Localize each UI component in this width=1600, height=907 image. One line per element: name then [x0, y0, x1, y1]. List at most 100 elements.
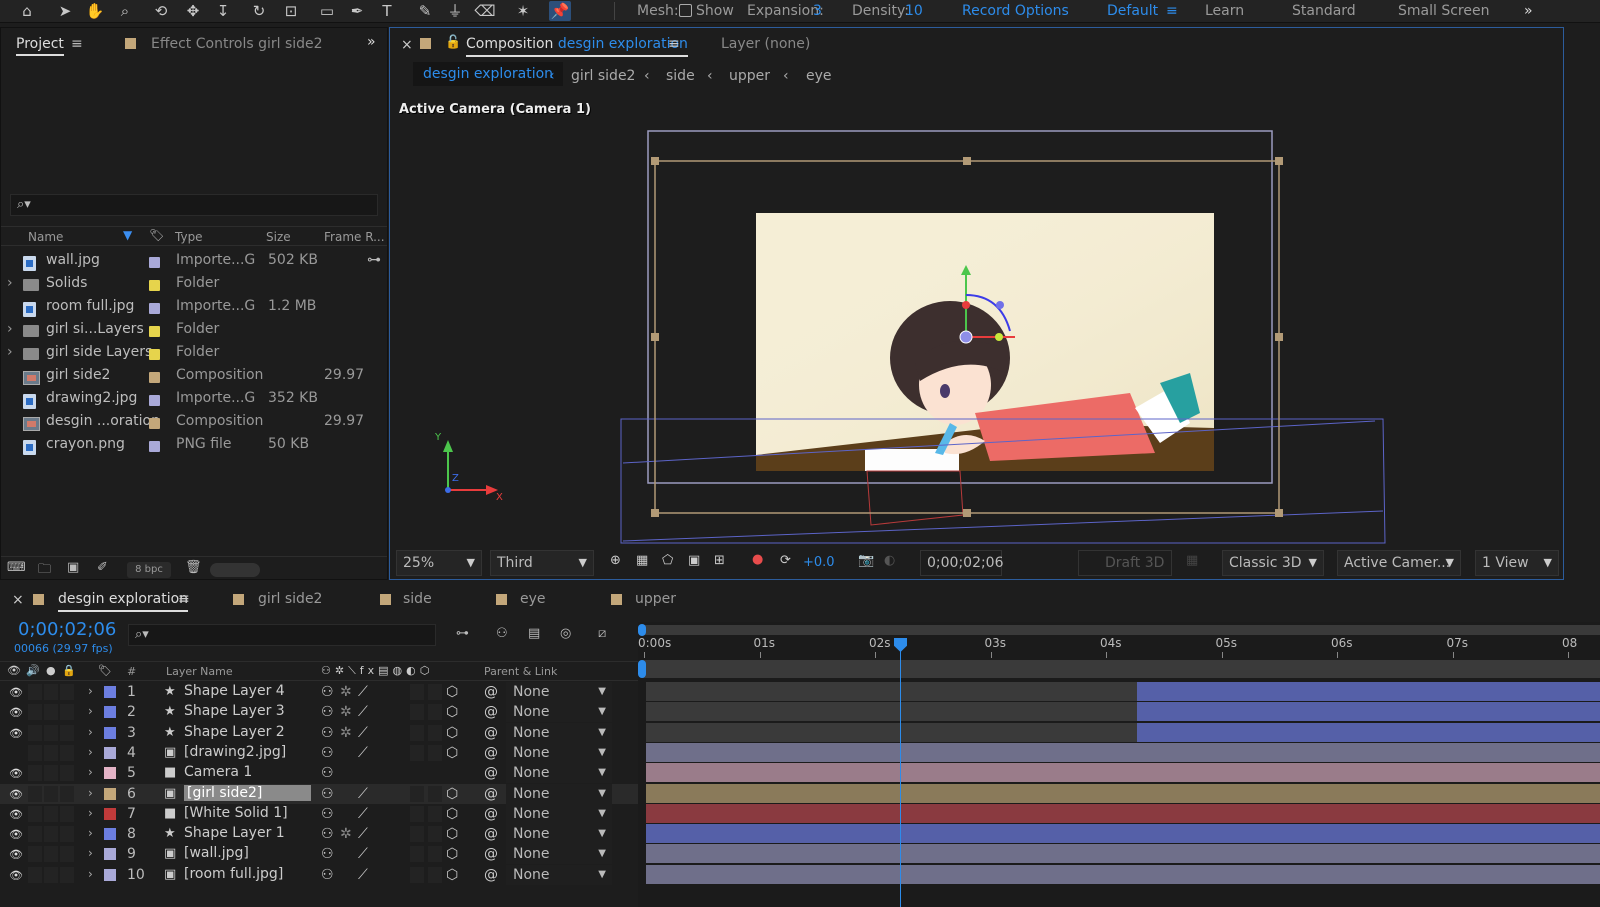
pick-whip-icon[interactable]: @ — [484, 684, 498, 700]
layer-duration-bar[interactable] — [646, 803, 1600, 823]
3d-layer-cube-icon[interactable]: ⬡ — [446, 826, 458, 842]
layer-duration-bar[interactable] — [646, 844, 1600, 864]
solo-switch[interactable] — [44, 866, 58, 883]
tab-project[interactable]: Project — [16, 36, 64, 56]
layer-row[interactable]: 👁 › 7 ■ [White Solid 1] ⚇ ⟋ ⬡ @ None ▼ — [0, 803, 638, 824]
quality-switch-icon[interactable]: ⟋ — [358, 704, 368, 720]
workspace-learn[interactable]: Learn — [1205, 3, 1244, 19]
layer-visibility-icon[interactable]: 👁 — [9, 788, 23, 801]
pick-whip-icon[interactable]: @ — [484, 745, 498, 761]
layer-label-swatch[interactable] — [104, 807, 116, 820]
column-name[interactable]: Name — [28, 230, 63, 244]
shy-switch-icon[interactable]: ⚇ — [321, 765, 334, 781]
draft-3d-toggle[interactable]: Draft 3D — [1078, 550, 1172, 576]
solo-switch[interactable] — [44, 744, 58, 761]
project-item[interactable]: crayon.png PNG file 50 KB — [7, 433, 383, 455]
adjustment-switch[interactable] — [428, 805, 442, 822]
breadcrumb-desgin-exploration[interactable]: desgin exploration — [413, 62, 564, 86]
layer-row[interactable]: 👁 › 2 ★ Shape Layer 3 ⚇ ✲ ⟋ ⬡ @ None ▼ — [0, 702, 638, 723]
motion-blur-icon[interactable]: ◎ — [560, 626, 571, 641]
solo-switch[interactable] — [44, 805, 58, 822]
lock-switch[interactable] — [60, 684, 74, 700]
layer-visibility-icon[interactable]: 👁 — [9, 808, 23, 821]
rectangle-tool-icon[interactable]: ▭ — [316, 1, 338, 21]
hand-tool-icon[interactable]: ✋ — [84, 1, 106, 21]
quality-switch-icon[interactable]: ⟋ — [358, 846, 368, 862]
timeline-tab-desgin-exploration[interactable]: desgin exploration — [58, 591, 189, 612]
layer-row[interactable]: 👁 › 10 ▣ [room full.jpg] ⚇ ⟋ ⬡ @ None ▼ — [0, 864, 638, 885]
interpret-footage-icon[interactable]: ⌨ — [7, 560, 26, 575]
solo-switch[interactable] — [44, 704, 58, 721]
project-item[interactable]: › girl side Layers Folder — [7, 341, 383, 363]
solo-switch[interactable] — [44, 684, 58, 700]
pick-whip-icon[interactable]: @ — [484, 725, 498, 741]
expand-chevron-icon[interactable]: › — [88, 684, 93, 698]
motion-blur-switch[interactable] — [410, 826, 424, 843]
quality-switch-icon[interactable]: ⟋ — [358, 725, 368, 741]
layer-row[interactable]: 👁 › 3 ★ Shape Layer 2 ⚇ ✲ ⟋ ⬡ @ None ▼ — [0, 722, 638, 743]
project-item[interactable]: desgin ...oration Composition 29.97 — [7, 410, 383, 432]
adjustment-switch[interactable] — [428, 826, 442, 843]
pick-whip-icon[interactable]: @ — [484, 786, 498, 802]
project-item[interactable]: drawing2.jpg Importe...G 352 KB — [7, 387, 383, 409]
sort-descending-icon[interactable]: ▼ — [123, 228, 132, 242]
work-area-bar[interactable] — [642, 625, 1600, 635]
quality-switch-icon[interactable]: ⟋ — [358, 867, 368, 883]
column-size[interactable]: Size — [266, 230, 291, 244]
expand-chevron-icon[interactable]: › — [88, 725, 93, 739]
layer-visibility-icon[interactable]: 👁 — [9, 828, 23, 841]
3d-view-dropdown[interactable]: Active Camer... ▼ — [1337, 550, 1461, 576]
time-graph[interactable]: 0:00s 01s 02s 03s 04s 05s 06s 07s 08 — [638, 622, 1600, 907]
lock-switch[interactable] — [60, 765, 74, 782]
expand-chevron-icon[interactable]: › — [88, 846, 93, 860]
workspace-default[interactable]: Default — [1107, 3, 1158, 19]
solo-switch-header-icon[interactable]: ● — [46, 664, 56, 677]
quality-switch-icon[interactable]: ⟋ — [358, 786, 368, 802]
frame-blending-icon[interactable]: ▤ — [528, 626, 540, 641]
lock-switch[interactable] — [60, 724, 74, 741]
adjustment-switch[interactable] — [428, 684, 442, 700]
breadcrumb-girl-side2[interactable]: girl side2 — [571, 68, 635, 84]
layer-duration-bar[interactable] — [1137, 722, 1600, 742]
shy-switch-icon[interactable]: ⚇ — [321, 704, 334, 720]
lock-switch-header-icon[interactable]: 🔒 — [62, 664, 76, 677]
collapse-switch-icon[interactable]: ✲ — [340, 826, 352, 842]
selection-tool-icon[interactable]: ➤ — [54, 1, 76, 21]
layer-duration-bar[interactable] — [646, 824, 1600, 844]
label-tag-icon[interactable]: 🏷 — [149, 228, 164, 242]
dolly-camera-tool-icon[interactable]: ↧ — [212, 1, 234, 21]
timeline-tab-eye[interactable]: eye — [520, 591, 546, 607]
adjustment-switch[interactable] — [428, 785, 442, 802]
project-item[interactable]: wall.jpg Importe...G 502 KB ⊶ — [7, 249, 383, 271]
clone-stamp-tool-icon[interactable]: ⏚ — [444, 1, 466, 21]
expand-chevron-icon[interactable]: › — [88, 867, 93, 881]
layer-name[interactable]: [wall.jpg] — [184, 845, 249, 861]
shy-switch-icon[interactable]: ⚇ — [321, 806, 334, 822]
anchor-point-tool-icon[interactable]: ⊡ — [280, 1, 302, 21]
fast-previews-icon[interactable]: ⊕ — [610, 553, 621, 568]
collapse-switch-icon[interactable]: ✲ — [340, 704, 352, 720]
layer-visibility-icon[interactable]: 👁 — [9, 767, 23, 780]
layer-name-header[interactable]: Layer Name — [166, 665, 233, 678]
layer-row[interactable]: 👁 › 6 ▣ [girl side2] ⚇ ⟋ ⬡ @ None ▼ — [0, 783, 638, 804]
show-snapshot-icon[interactable]: ◐ — [884, 553, 895, 568]
zoom-tool-icon[interactable]: ⌕ — [114, 1, 136, 21]
view-layout-dropdown[interactable]: 1 View ▼ — [1475, 550, 1559, 576]
audio-switch[interactable] — [28, 866, 42, 883]
layer-label-swatch[interactable] — [104, 828, 116, 841]
expand-chevron-icon[interactable]: › — [88, 806, 93, 820]
timeline-tab-side[interactable]: side — [403, 591, 432, 607]
quality-switch-icon[interactable]: ⟋ — [358, 684, 368, 700]
new-folder-icon[interactable]: 🗀 — [38, 560, 51, 582]
motion-blur-switch[interactable] — [410, 805, 424, 822]
layer-duration-bar[interactable] — [646, 742, 1600, 762]
layer-label-swatch[interactable] — [104, 787, 116, 800]
layer-row[interactable]: 👁 › 9 ▣ [wall.jpg] ⚇ ⟋ ⬡ @ None ▼ — [0, 844, 638, 865]
shy-switch-icon[interactable]: ⚇ — [321, 745, 334, 761]
timeline-current-time[interactable]: 0;00;02;06 — [18, 619, 116, 640]
tab-composition[interactable]: Composition desgin exploration — [466, 36, 688, 57]
current-time-display[interactable]: 0;00;02;06 — [920, 550, 1004, 576]
navigator-start-handle[interactable] — [638, 660, 646, 678]
3d-layer-cube-icon[interactable]: ⬡ — [446, 806, 458, 822]
solo-switch[interactable] — [44, 765, 58, 782]
